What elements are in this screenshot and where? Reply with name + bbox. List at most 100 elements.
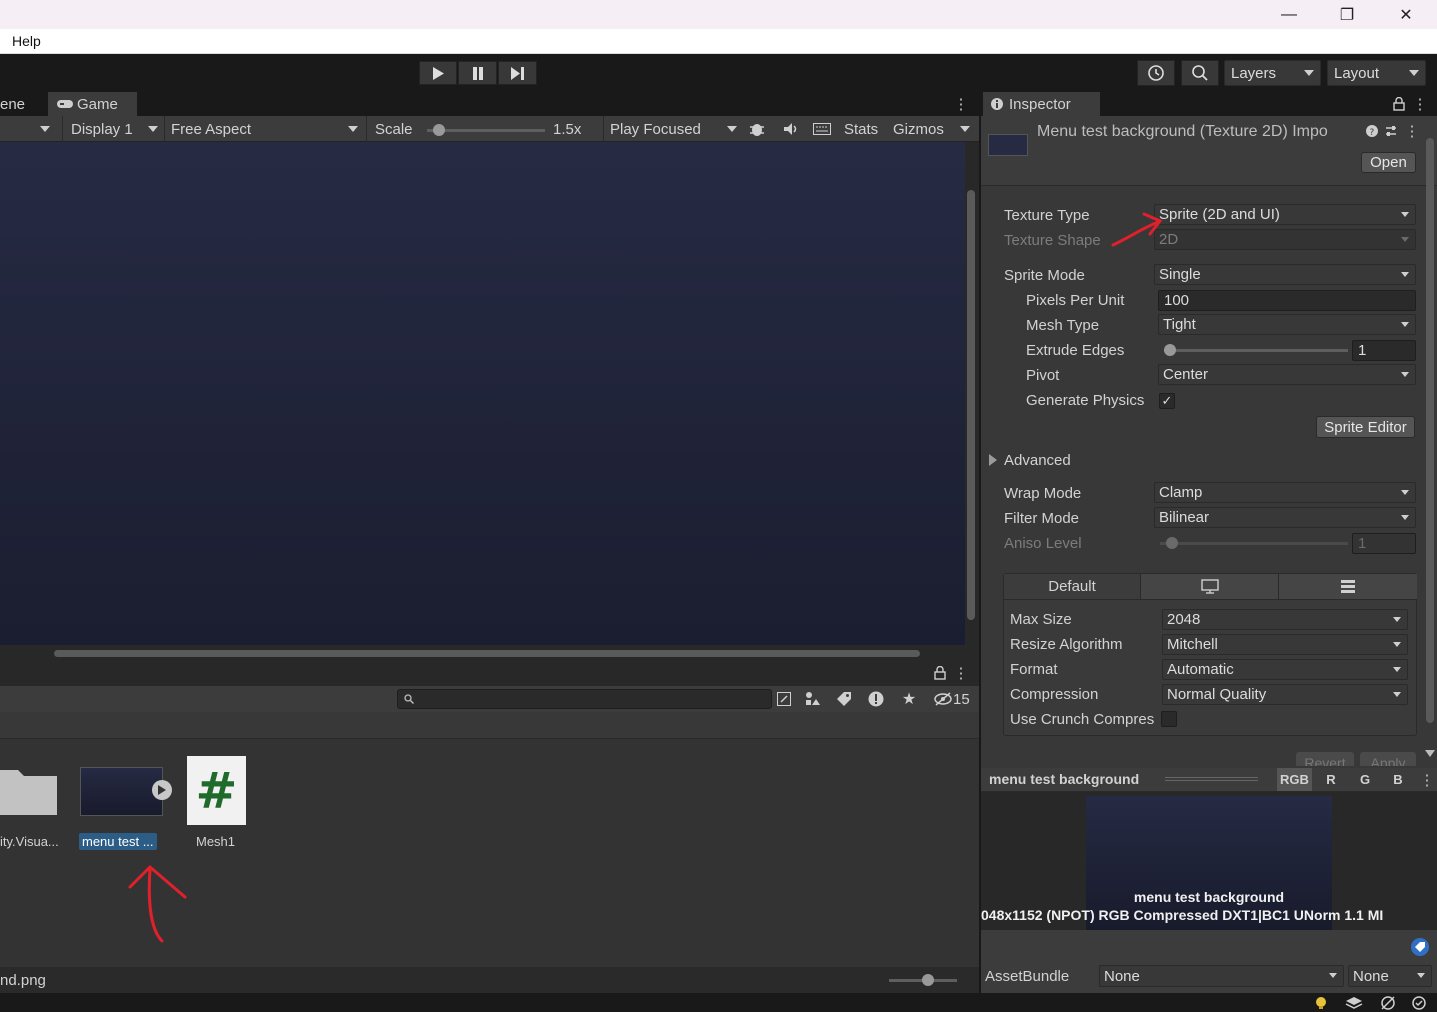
scroll-down-arrow-icon[interactable]: [1425, 750, 1435, 758]
chevron-down-icon: [1401, 321, 1409, 327]
assetbundle-name-dropdown[interactable]: None: [1099, 965, 1344, 987]
audio-icon[interactable]: [778, 118, 802, 140]
lightbulb-icon[interactable]: [1313, 996, 1329, 1010]
channel-rgb-button[interactable]: RGB: [1277, 768, 1312, 791]
sprite-editor-button[interactable]: Sprite Editor: [1316, 416, 1415, 438]
asset-label[interactable]: ity.Visua...: [0, 834, 59, 849]
bug-icon[interactable]: [745, 118, 769, 140]
lock-icon[interactable]: [1393, 97, 1405, 111]
scale-slider-knob[interactable]: [432, 124, 445, 136]
extrude-edges-slider-track[interactable]: [1164, 349, 1348, 352]
preset-icon[interactable]: [1383, 123, 1399, 139]
pixels-per-unit-input[interactable]: 100: [1158, 290, 1416, 311]
csharp-script-icon[interactable]: #: [187, 756, 246, 825]
tab-inspector[interactable]: Inspector: [983, 92, 1100, 116]
layout-dropdown[interactable]: Layout: [1327, 60, 1426, 86]
assetbundle-variant-dropdown[interactable]: None: [1348, 965, 1432, 987]
stats-button[interactable]: Stats: [844, 121, 878, 138]
mesh-type-dropdown[interactable]: Tight: [1158, 314, 1416, 335]
inspector-scrollbar[interactable]: [1426, 138, 1434, 723]
menu-help[interactable]: Help: [12, 33, 41, 49]
revert-button[interactable]: Revert: [1296, 752, 1354, 766]
pause-button[interactable]: [458, 61, 497, 85]
preview-drag-handle[interactable]: [1165, 777, 1258, 781]
vertical-scrollbar[interactable]: [967, 190, 975, 620]
lock-icon[interactable]: [934, 666, 946, 680]
sprite-mode-dropdown[interactable]: Single: [1154, 264, 1416, 285]
asset-label[interactable]: Mesh1: [196, 834, 235, 849]
tab-platform-default[interactable]: Default: [1004, 574, 1141, 600]
pivot-value: Center: [1163, 366, 1209, 383]
game-view[interactable]: [0, 142, 965, 645]
advanced-foldout[interactable]: Advanced: [1004, 452, 1071, 469]
expand-sprite-button[interactable]: [152, 780, 172, 800]
tab-platform-standalone[interactable]: [1141, 574, 1279, 600]
zoom-slider-knob[interactable]: [922, 974, 934, 986]
open-button[interactable]: Open: [1361, 152, 1416, 173]
red-annotation-arrow-right: [1111, 212, 1163, 247]
tab-game[interactable]: Game: [48, 92, 137, 116]
apply-button[interactable]: Apply: [1360, 752, 1416, 766]
close-window-button[interactable]: ✕: [1377, 0, 1435, 29]
warning-filter-icon[interactable]: [866, 689, 886, 709]
gizmos-button[interactable]: Gizmos: [893, 121, 944, 138]
layers-dropdown[interactable]: Layers: [1224, 60, 1321, 86]
more-options-icon[interactable]: ⋮: [952, 92, 970, 116]
minimize-button[interactable]: —: [1260, 0, 1318, 29]
pivot-label: Pivot: [1026, 367, 1060, 384]
pixels-per-unit-label: Pixels Per Unit: [1026, 292, 1125, 309]
extrude-edges-slider-knob[interactable]: [1164, 344, 1176, 356]
texture-thumbnail[interactable]: [80, 767, 163, 816]
texture-shape-label: Texture Shape: [1004, 232, 1101, 249]
channel-b-button[interactable]: B: [1383, 768, 1413, 791]
play-button[interactable]: [419, 61, 457, 85]
max-size-dropdown[interactable]: 2048: [1162, 609, 1408, 630]
more-options-icon[interactable]: ⋮: [1405, 123, 1420, 140]
play-mode-dropdown[interactable]: Play Focused: [603, 116, 741, 142]
chevron-down-icon[interactable]: [960, 126, 970, 132]
search-mode-icon[interactable]: [774, 689, 794, 709]
channel-r-button[interactable]: R: [1316, 768, 1346, 791]
filter-by-type-icon[interactable]: [802, 689, 822, 709]
history-button[interactable]: [1137, 60, 1175, 86]
tab-scene[interactable]: ene: [0, 92, 48, 116]
tab-platform-server[interactable]: [1279, 574, 1417, 600]
keyboard-icon[interactable]: [810, 118, 834, 140]
horizontal-scrollbar[interactable]: [54, 650, 920, 657]
wrap-mode-dropdown[interactable]: Clamp: [1154, 482, 1416, 503]
step-icon: [511, 66, 524, 80]
pivot-dropdown[interactable]: Center: [1158, 364, 1416, 385]
extrude-edges-input[interactable]: 1: [1352, 340, 1416, 361]
asset-label-tag-icon[interactable]: [1410, 938, 1430, 956]
filter-by-label-icon[interactable]: [834, 689, 854, 709]
game-view-toolbar: Display 1 Free Aspect Scale 1.5x Play Fo…: [0, 116, 979, 142]
filter-mode-dropdown[interactable]: Bilinear: [1154, 507, 1416, 528]
channel-g-button[interactable]: G: [1350, 768, 1380, 791]
help-icon[interactable]: ?: [1365, 123, 1379, 139]
layers-stack-icon[interactable]: [1345, 996, 1363, 1010]
aspect-dropdown[interactable]: Free Aspect: [164, 116, 364, 142]
network-off-icon[interactable]: [1380, 996, 1396, 1010]
resize-algorithm-dropdown[interactable]: Mitchell: [1162, 634, 1408, 655]
project-search-input[interactable]: [397, 689, 772, 709]
expand-arrow-icon[interactable]: [989, 454, 998, 466]
asset-label-selected[interactable]: menu test ...: [79, 833, 157, 850]
chevron-down-icon: [1304, 70, 1314, 76]
folder-icon[interactable]: [0, 766, 58, 816]
more-options-icon[interactable]: ⋮: [1419, 768, 1435, 791]
check-circle-icon[interactable]: [1411, 996, 1427, 1010]
target-display-dropdown[interactable]: [0, 116, 60, 142]
format-dropdown[interactable]: Automatic: [1162, 659, 1408, 680]
texture-type-dropdown[interactable]: Sprite (2D and UI): [1154, 204, 1416, 225]
favorites-star-icon[interactable]: ★: [899, 689, 919, 709]
step-button[interactable]: [498, 61, 537, 85]
hidden-packages-toggle[interactable]: 15: [934, 689, 974, 709]
maximize-button[interactable]: ❐: [1318, 0, 1376, 29]
search-button[interactable]: [1181, 60, 1219, 86]
more-options-icon[interactable]: ⋮: [952, 660, 970, 686]
compression-dropdown[interactable]: Normal Quality: [1162, 684, 1408, 705]
display-dropdown[interactable]: Display 1: [62, 116, 162, 142]
generate-physics-checkbox[interactable]: ✓: [1159, 393, 1175, 409]
more-options-icon[interactable]: ⋮: [1411, 92, 1429, 116]
use-crunch-compression-checkbox[interactable]: [1161, 711, 1177, 727]
